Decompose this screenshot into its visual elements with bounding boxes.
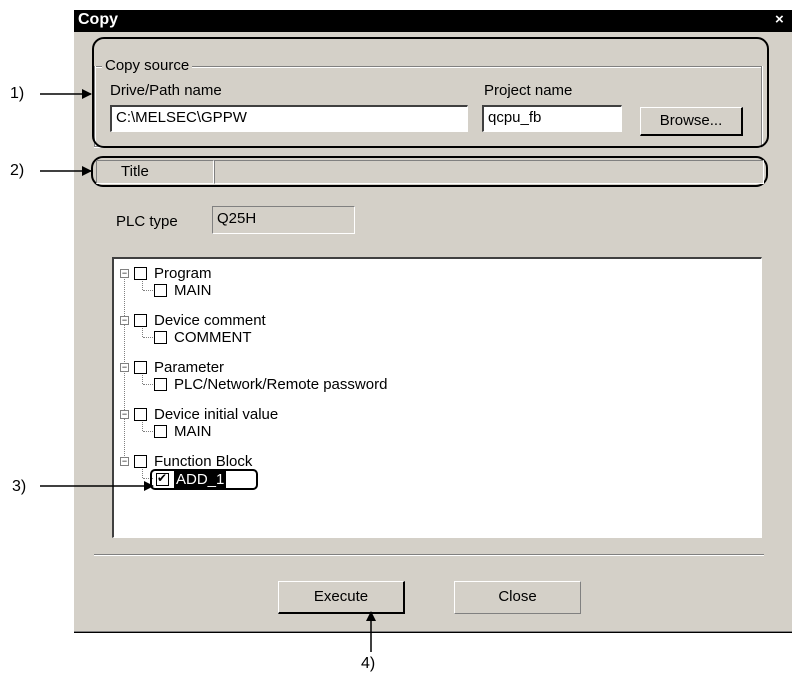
data-tree-view[interactable]: − Program MAIN − Device comment COMMENT …: [112, 257, 762, 538]
plc-type-label: PLC type: [116, 213, 178, 230]
plc-type-field: Q25H: [212, 206, 355, 234]
tree-node-device-initial-value-main[interactable]: MAIN: [174, 423, 212, 441]
function-block-icon: [134, 455, 147, 468]
tree-node-parameter[interactable]: Parameter: [154, 359, 224, 377]
checkbox-device-comment-comment[interactable]: [154, 331, 167, 344]
tree-node-plc-network-remote-password[interactable]: PLC/Network/Remote password: [174, 376, 387, 394]
dialog-bottom-edge: [74, 631, 792, 633]
tree-node-add-1[interactable]: ADD_1: [174, 471, 227, 489]
checkbox-device-initial-value-main[interactable]: [154, 425, 167, 438]
expand-toggle-device-comment[interactable]: −: [120, 316, 129, 325]
dialog-title: Copy: [78, 11, 118, 28]
expand-toggle-program[interactable]: −: [120, 269, 129, 278]
expand-toggle-device-initial-value[interactable]: −: [120, 410, 129, 419]
tree-node-comment[interactable]: COMMENT: [174, 329, 252, 347]
title-bar: Copy ×: [74, 10, 792, 32]
copy-dialog: Copy × Copy source Drive/Path name C:\ME…: [74, 10, 792, 633]
close-button[interactable]: Close: [454, 581, 581, 614]
tree-node-device-initial-value[interactable]: Device initial value: [154, 406, 278, 424]
tree-node-device-comment[interactable]: Device comment: [154, 312, 266, 330]
callout-3: 3): [12, 478, 27, 495]
expand-toggle-parameter[interactable]: −: [120, 363, 129, 372]
title-field: [214, 160, 764, 184]
plc-type-value: Q25H: [217, 210, 257, 227]
device-initial-value-icon: [134, 408, 147, 421]
checkmark-icon: ✔: [157, 471, 168, 485]
device-comment-icon: [134, 314, 147, 327]
tree-node-program[interactable]: Program: [154, 265, 212, 283]
callout-1-highlight: [92, 37, 769, 148]
execute-button[interactable]: Execute: [278, 581, 405, 614]
parameter-icon: [134, 361, 147, 374]
checkbox-plc-network-remote-password[interactable]: [154, 378, 167, 391]
checkbox-add-1[interactable]: ✔: [156, 471, 169, 486]
title-label-box: Title: [96, 160, 214, 184]
callout-4: 4): [361, 655, 376, 672]
close-icon[interactable]: ×: [775, 11, 784, 28]
checkbox-program-main[interactable]: [154, 284, 167, 297]
callout-1: 1): [10, 85, 25, 102]
callout-2: 2): [10, 162, 25, 179]
content-group-bottom: [94, 554, 764, 556]
program-icon: [134, 267, 147, 280]
title-label: Title: [121, 163, 149, 180]
expand-toggle-function-block[interactable]: −: [120, 457, 129, 466]
tree-node-program-main[interactable]: MAIN: [174, 282, 212, 300]
